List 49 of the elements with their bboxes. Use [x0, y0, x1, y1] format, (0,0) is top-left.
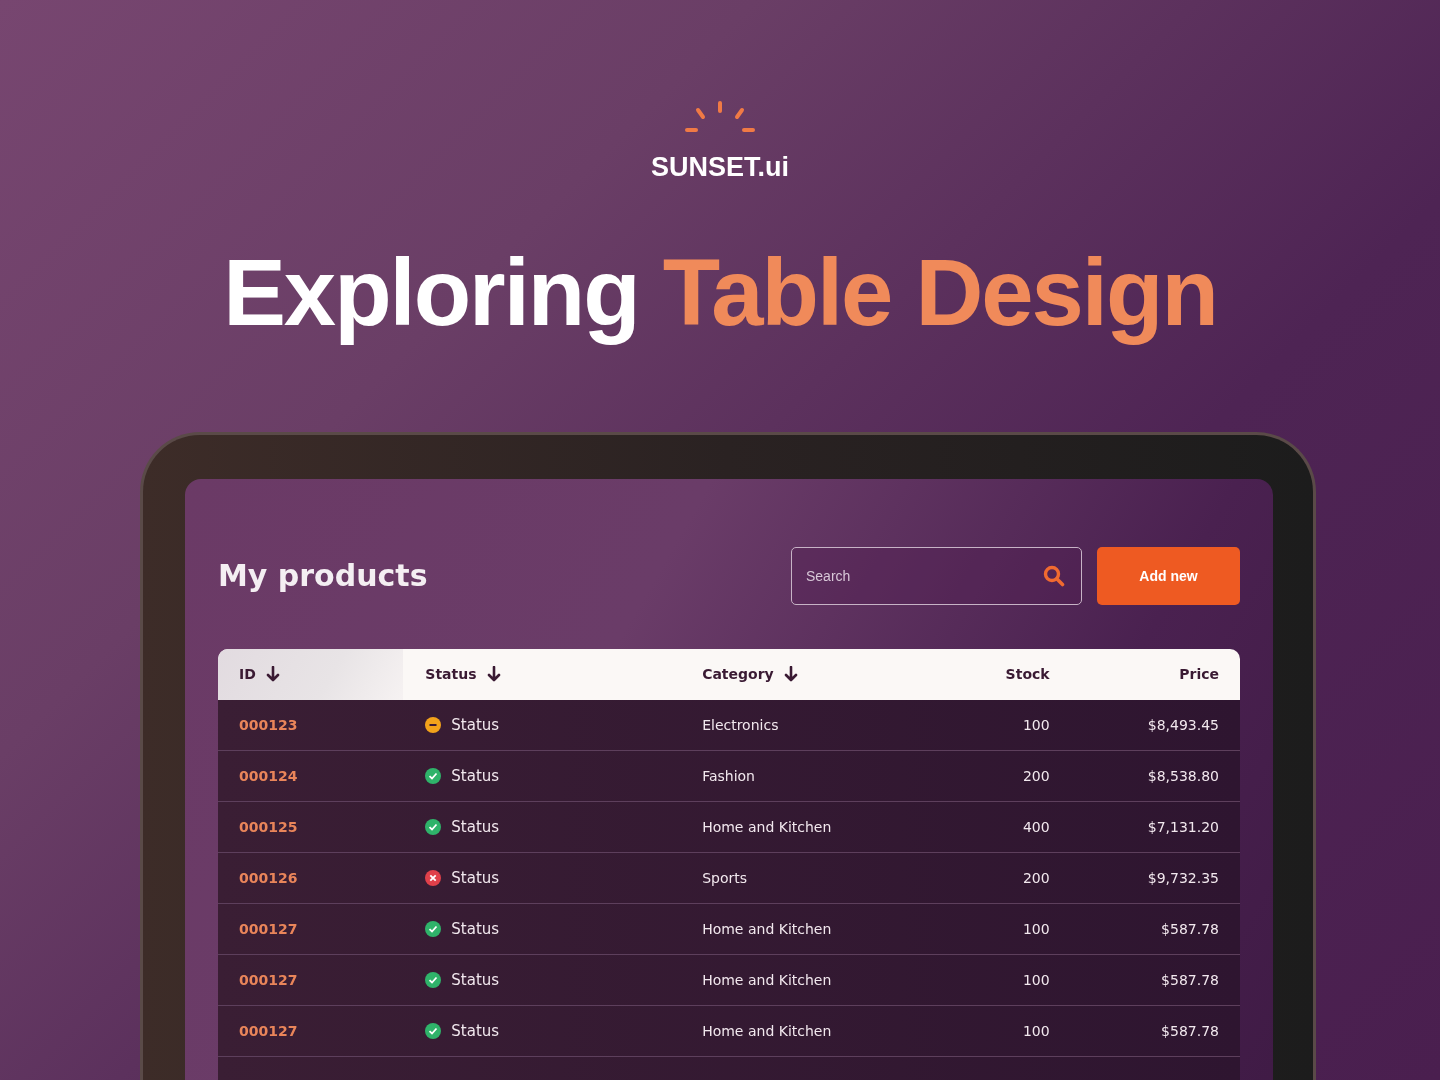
- table-cell: $9,732.35: [1147, 869, 1219, 886]
- product-id: 000127: [239, 1022, 298, 1039]
- table-cell: $587.78: [1161, 920, 1219, 937]
- sort-down-arrow-icon[interactable]: [486, 666, 501, 683]
- headline: Exploring Table Design: [223, 239, 1217, 347]
- table-cell: 400: [1022, 818, 1050, 835]
- column-header[interactable]: Category: [702, 666, 774, 683]
- table-cell: $8,493.45: [1147, 716, 1219, 733]
- status-label: Status: [451, 766, 500, 785]
- table-cell: Home and Kitchen: [702, 1022, 832, 1039]
- sun-logo-icon: [684, 100, 756, 134]
- table-cell: 100: [1022, 1022, 1050, 1039]
- table-cell: 100: [1022, 920, 1050, 937]
- table-cell: $7,131.20: [1147, 818, 1219, 835]
- table-cell: $587.78: [1161, 1022, 1219, 1039]
- brand-name: SUNSET.ui: [651, 152, 789, 183]
- sort-down-arrow-icon[interactable]: [783, 666, 798, 683]
- column-header[interactable]: Status: [425, 666, 477, 683]
- product-id: 000127: [239, 920, 298, 937]
- status-label: Status: [451, 1021, 500, 1040]
- table-cell: Home and Kitchen: [702, 971, 832, 988]
- table-cell: 200: [1022, 767, 1050, 784]
- search-field[interactable]: Search: [791, 546, 1082, 605]
- table-cell: Fashion: [702, 767, 755, 784]
- table-cell: Home and Kitchen: [702, 818, 832, 835]
- column-header[interactable]: Stock: [1005, 666, 1050, 683]
- product-id: 000126: [239, 869, 298, 886]
- status-label: Status: [451, 868, 500, 887]
- product-id: 000124: [239, 767, 298, 784]
- column-header[interactable]: ID: [239, 666, 256, 683]
- product-id: 000127: [239, 971, 298, 988]
- table-cell: 100: [1022, 971, 1050, 988]
- sort-down-arrow-icon[interactable]: [265, 666, 280, 683]
- page-title: My products: [218, 558, 429, 594]
- product-id: 000125: [239, 818, 298, 835]
- table-cell: Sports: [702, 869, 748, 886]
- status-label: Status: [451, 919, 500, 938]
- table-cell: $587.78: [1161, 971, 1219, 988]
- status-label: Status: [451, 970, 500, 989]
- search-icon[interactable]: [1043, 564, 1065, 587]
- table-cell: Electronics: [702, 716, 779, 733]
- table-cell: 100: [1022, 716, 1050, 733]
- column-header[interactable]: Price: [1179, 666, 1219, 683]
- status-label: Status: [451, 715, 500, 734]
- table-cell: 200: [1022, 869, 1050, 886]
- table-cell: Home and Kitchen: [702, 920, 832, 937]
- table-cell: $8,538.80: [1147, 767, 1219, 784]
- product-id: 000123: [239, 716, 298, 733]
- status-label: Status: [451, 817, 500, 836]
